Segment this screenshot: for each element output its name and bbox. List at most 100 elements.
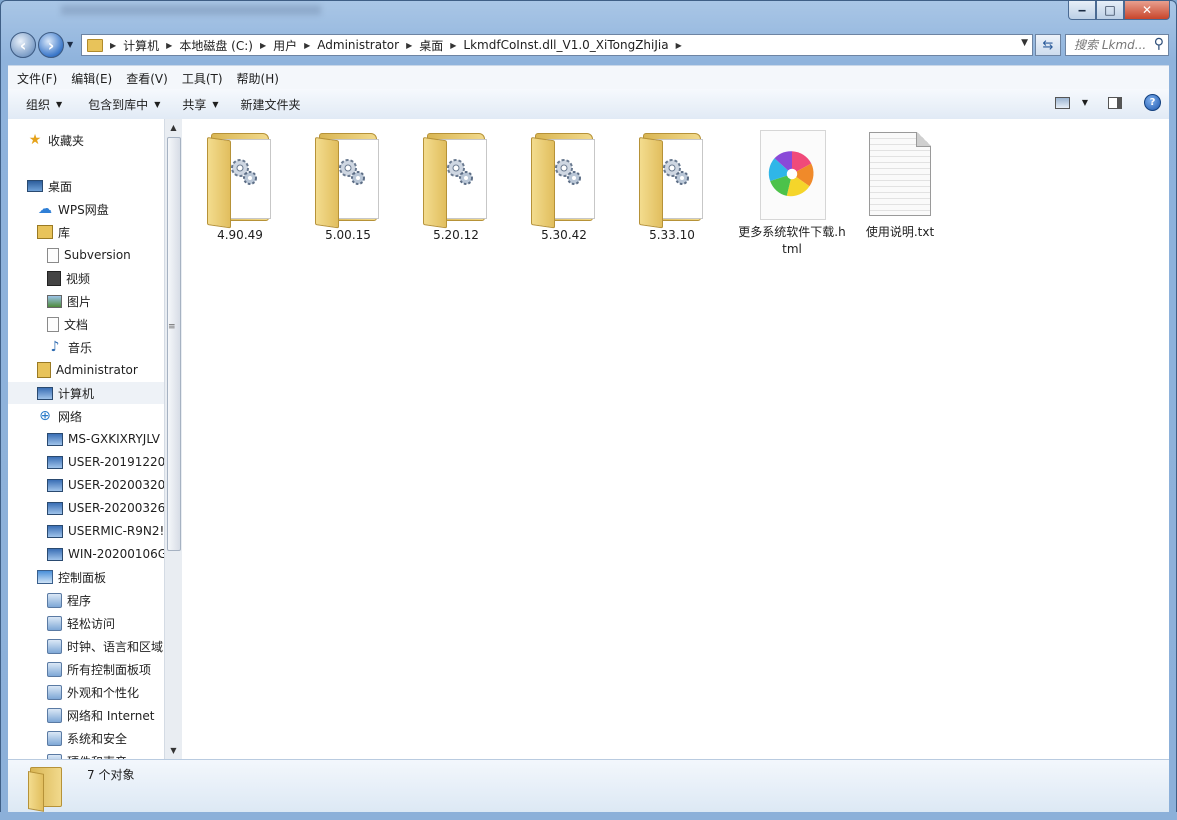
file-name: 5.30.42 [541,228,587,242]
sidebar-item[interactable]: USERMIC-R9N2! [47,520,164,542]
new-folder-button[interactable]: 新建文件夹 [233,96,309,113]
breadcrumb-separator-icon[interactable]: ▶ [406,41,412,50]
sidebar-item[interactable]: Administrator [37,359,138,381]
sidebar-item[interactable]: 图片 [47,290,91,312]
sidebar-item-label: 计算机 [58,386,95,401]
sidebar-item[interactable]: 文档 [47,313,88,335]
back-button[interactable]: ‹ [10,32,36,58]
sidebar-item[interactable]: 网络和 Internet [47,704,154,726]
breadcrumb-item[interactable]: LkmdfCoInst.dll_V1.0_XiTongZhiJia [463,38,668,52]
settings-folder-icon [207,127,273,229]
include-in-library-button[interactable]: 包含到库中 ▼ [80,96,168,113]
breadcrumb-separator-icon[interactable]: ▶ [110,41,116,50]
organize-button[interactable]: 组织 ▼ [18,96,70,113]
folder-item[interactable]: 5.33.10 [618,127,726,244]
sidebar-item-label: 系统和安全 [67,731,128,746]
search-icon[interactable]: ⚲ [1154,36,1164,52]
sidebar-item[interactable]: 时钟、语言和区域 [47,635,163,657]
sidebar-item-label: Subversion [64,248,131,262]
sidebar-item[interactable]: Subversion [47,244,131,266]
file-name: 4.90.49 [217,228,263,242]
scroll-thumb[interactable] [167,137,181,551]
computer-icon [47,478,63,492]
close-button[interactable]: ✕ [1124,1,1170,20]
network-icon: ⊕ [39,408,51,424]
maximize-button[interactable]: □ [1096,1,1124,20]
breadcrumb-item[interactable]: 桌面 [419,37,443,54]
address-bar[interactable]: ▶ 计算机 ▶ 本地磁盘 (C:) ▶ 用户 ▶ Administrator ▶ 桌面 ▶ Lkmdf… [81,34,1033,56]
sidebar-item[interactable]: USER-20191220I [47,451,164,473]
sidebar-item-label: USERMIC-R9N2! [68,524,164,538]
sidebar-item[interactable]: 视频 [47,267,90,289]
document-icon [47,316,59,332]
sidebar-item[interactable]: WIN-20200106G [47,543,164,565]
sidebar-item[interactable]: 所有控制面板项 [47,658,151,680]
sidebar-item[interactable]: 计算机 [8,382,164,404]
window-frame-bottom [0,812,1177,820]
command-bar: 组织 ▼ 包含到库中 ▼ 共享 ▼ 新建文件夹 ▼ ? [8,89,1169,120]
breadcrumb-item[interactable]: Administrator [317,38,399,52]
sidebar-item[interactable]: 库 [37,221,70,243]
breadcrumb-item[interactable]: 计算机 [123,37,159,54]
refresh-icon: ⇆ [1042,37,1054,53]
folder-item[interactable]: 4.90.49 [186,127,294,244]
sidebar-item[interactable]: 外观和个性化 [47,681,139,703]
computer-icon [37,386,53,400]
sidebar-item[interactable]: ☁ WPS网盘 [37,198,109,220]
search-input[interactable] [1072,37,1150,53]
menu-help[interactable]: 帮助(H) [232,70,284,87]
menu-tools[interactable]: 工具(T) [177,70,228,87]
sidebar-item[interactable]: 程序 [47,589,91,611]
sidebar-item-label: 网络和 Internet [67,708,155,723]
folder-item[interactable]: 5.00.15 [294,127,402,244]
sidebar-item[interactable]: 控制面板 [37,566,106,588]
folder-icon [87,38,103,52]
menu-edit[interactable]: 编辑(E) [66,70,117,87]
nav-pane-scrollbar[interactable]: ▲ ≡ ▼ [164,119,182,759]
file-item[interactable]: 使用说明.txt [846,127,954,241]
sidebar-item[interactable]: ★ 收藏夹 [27,129,84,151]
file-item[interactable]: 更多系统软件下载.html [738,127,846,258]
sidebar-item-label: WPS网盘 [58,202,109,217]
view-controls: ▼ ? [1054,94,1161,111]
sidebar-item[interactable]: ⊕ 网络 [37,405,82,427]
breadcrumb-item[interactable]: 本地磁盘 (C:) [179,37,253,54]
menu-view[interactable]: 查看(V) [121,70,173,87]
computer-icon [47,432,63,446]
folder-item[interactable]: 5.30.42 [510,127,618,244]
chevron-down-icon[interactable]: ▼ [1082,98,1088,107]
minimize-button[interactable]: ‒ [1068,1,1096,20]
music-icon: ♪ [50,339,60,355]
sidebar-item[interactable]: ♪ 音乐 [47,336,92,358]
breadcrumb-separator-icon[interactable]: ▶ [260,41,266,50]
scroll-down-arrow-icon[interactable]: ▼ [165,742,182,759]
breadcrumb-separator-icon[interactable]: ▶ [450,41,456,50]
refresh-button[interactable]: ⇆ [1035,34,1061,56]
menu-file[interactable]: 文件(F) [12,70,62,87]
search-box[interactable]: ⚲ [1065,34,1169,56]
sidebar-item[interactable]: USER-20200320( [47,474,164,496]
picture-icon [47,294,62,308]
preview-pane-icon[interactable] [1108,96,1122,109]
sidebar-item[interactable]: 系统和安全 [47,727,127,749]
sidebar-item[interactable]: 硬件和声音 [47,750,127,759]
sidebar-item[interactable]: USER-20200326 [47,497,164,519]
address-history-dropdown[interactable]: ▼ [1021,38,1028,48]
breadcrumb-separator-icon[interactable]: ▶ [166,41,172,50]
sidebar-item-label: 外观和个性化 [67,685,140,700]
forward-button[interactable]: › [38,32,64,58]
sidebar-item-label: 收藏夹 [48,133,85,148]
breadcrumb-separator-icon[interactable]: ▶ [304,41,310,50]
share-button[interactable]: 共享 ▼ [174,96,226,113]
sidebar-item[interactable]: 桌面 [27,175,72,197]
include-library-label: 包含到库中 [88,97,149,112]
breadcrumb-separator-icon[interactable]: ▶ [676,41,682,50]
scroll-up-arrow-icon[interactable]: ▲ [165,119,182,136]
sidebar-item[interactable]: MS-GXKIXRYJLV [47,428,160,450]
help-icon[interactable]: ? [1144,94,1161,111]
recent-pages-dropdown[interactable]: ▼ [67,40,73,49]
folder-item[interactable]: 5.20.12 [402,127,510,244]
breadcrumb-item[interactable]: 用户 [273,37,297,54]
change-view-icon[interactable] [1054,96,1070,109]
sidebar-item[interactable]: 轻松访问 [47,612,115,634]
